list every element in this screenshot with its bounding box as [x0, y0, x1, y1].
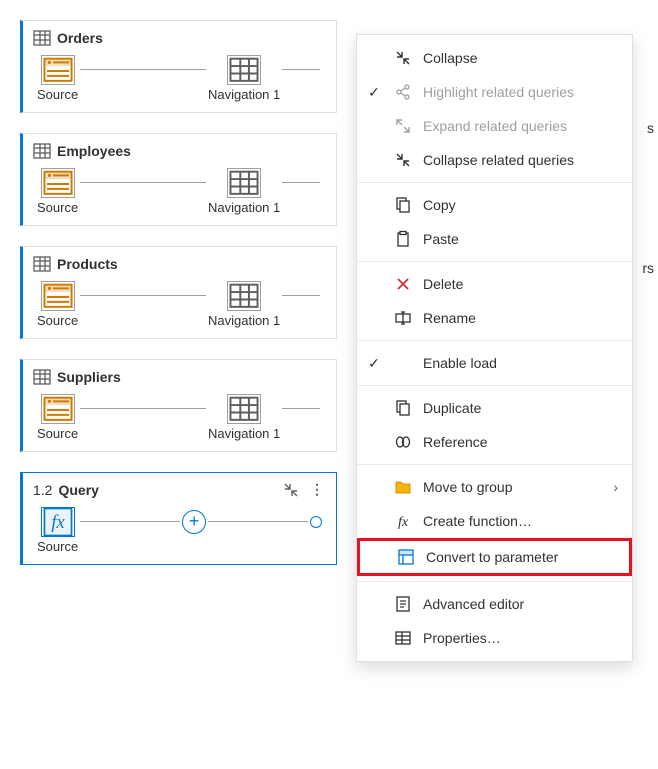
query-flow: Source Navigation 1	[33, 394, 326, 445]
query-title: Products	[33, 255, 326, 273]
menu-collapse[interactable]: Collapse	[357, 41, 632, 75]
step-navigation-1[interactable]: Navigation 1	[208, 55, 280, 102]
menu-separator	[357, 385, 632, 386]
properties-icon	[393, 628, 413, 648]
connector	[282, 408, 320, 409]
connector	[80, 182, 206, 183]
end-node	[310, 516, 322, 528]
query-title-text: Query	[58, 482, 98, 498]
menu-duplicate[interactable]: Duplicate	[357, 391, 632, 425]
copy-icon	[393, 195, 413, 215]
connector	[80, 521, 180, 522]
reference-icon	[393, 432, 413, 452]
editor-icon	[393, 594, 413, 614]
connector	[208, 521, 308, 522]
query-flow: Source Navigation 1	[33, 168, 326, 219]
menu-convert-to-parameter[interactable]: Convert to parameter	[360, 541, 629, 573]
menu-separator	[357, 261, 632, 262]
step-source[interactable]: Source	[37, 168, 78, 215]
menu-separator	[357, 182, 632, 183]
more-icon[interactable]: ⋮	[308, 481, 326, 499]
peek-text: rs	[642, 260, 654, 276]
query-title-text: Employees	[57, 143, 131, 159]
connector	[282, 295, 320, 296]
menu-rename[interactable]: Rename	[357, 301, 632, 335]
query-title-text: Suppliers	[57, 369, 121, 385]
query-card-employees[interactable]: Employees Source Navigation 1	[20, 133, 337, 226]
query-card-products[interactable]: Products Source Navigation 1	[20, 246, 337, 339]
blank-icon	[393, 353, 413, 373]
query-title: 1.2 Query ⋮	[33, 481, 326, 499]
duplicate-icon	[393, 398, 413, 418]
menu-separator	[357, 581, 632, 582]
query-title-text: Orders	[57, 30, 103, 46]
table-icon	[33, 142, 51, 160]
folder-icon	[393, 477, 413, 497]
query-card-orders[interactable]: Orders Source Navigation 1	[20, 20, 337, 113]
collapse-icon	[393, 48, 413, 68]
share-icon	[393, 82, 413, 102]
step-navigation-1[interactable]: Navigation 1	[208, 168, 280, 215]
table-icon	[33, 255, 51, 273]
connector	[80, 69, 206, 70]
step-source[interactable]: Source	[37, 281, 78, 328]
query-title: Orders	[33, 29, 326, 47]
connector	[80, 408, 206, 409]
step-source[interactable]: Source	[37, 394, 78, 441]
fx-icon	[393, 511, 413, 531]
query-flow: Source Navigation 1	[33, 55, 326, 106]
connector	[282, 69, 320, 70]
collapse-icon	[393, 150, 413, 170]
query-flow: Source +	[33, 507, 326, 558]
menu-delete[interactable]: Delete	[357, 267, 632, 301]
menu-advanced-editor[interactable]: Advanced editor	[357, 587, 632, 621]
menu-reference[interactable]: Reference	[357, 425, 632, 459]
add-step-button[interactable]: +	[182, 510, 206, 534]
delete-icon	[393, 274, 413, 294]
step-source[interactable]: Source	[37, 55, 78, 102]
query-prefix: 1.2	[33, 482, 52, 498]
expand-icon	[393, 116, 413, 136]
connector	[80, 295, 206, 296]
query-card-query[interactable]: 1.2 Query ⋮ Source +	[20, 472, 337, 565]
menu-paste[interactable]: Paste	[357, 222, 632, 256]
step-navigation-1[interactable]: Navigation 1	[208, 281, 280, 328]
menu-create-function[interactable]: Create function…	[357, 504, 632, 538]
query-card-suppliers[interactable]: Suppliers Source Navigation 1	[20, 359, 337, 452]
menu-separator	[357, 340, 632, 341]
step-navigation-1[interactable]: Navigation 1	[208, 394, 280, 441]
table-icon	[33, 29, 51, 47]
highlight-box: Convert to parameter	[357, 538, 632, 576]
menu-copy[interactable]: Copy	[357, 188, 632, 222]
connector	[282, 182, 320, 183]
paste-icon	[393, 229, 413, 249]
menu-collapse-related[interactable]: Collapse related queries	[357, 143, 632, 177]
rename-icon	[393, 308, 413, 328]
menu-expand-related: Expand related queries	[357, 109, 632, 143]
menu-properties[interactable]: Properties…	[357, 621, 632, 655]
peek-text: s	[647, 120, 654, 136]
query-title: Employees	[33, 142, 326, 160]
parameter-icon	[396, 547, 416, 567]
query-flow: Source Navigation 1	[33, 281, 326, 332]
step-source[interactable]: Source	[37, 507, 78, 554]
menu-separator	[357, 464, 632, 465]
menu-enable-load[interactable]: ✓ Enable load	[357, 346, 632, 380]
context-menu: Collapse ✓ Highlight related queries Exp…	[356, 34, 633, 662]
collapse-icon[interactable]	[282, 481, 300, 499]
table-icon	[33, 368, 51, 386]
menu-highlight-related: ✓ Highlight related queries	[357, 75, 632, 109]
menu-move-to-group[interactable]: Move to group ›	[357, 470, 632, 504]
chevron-right-icon: ›	[613, 479, 618, 495]
query-title: Suppliers	[33, 368, 326, 386]
query-title-text: Products	[57, 256, 118, 272]
